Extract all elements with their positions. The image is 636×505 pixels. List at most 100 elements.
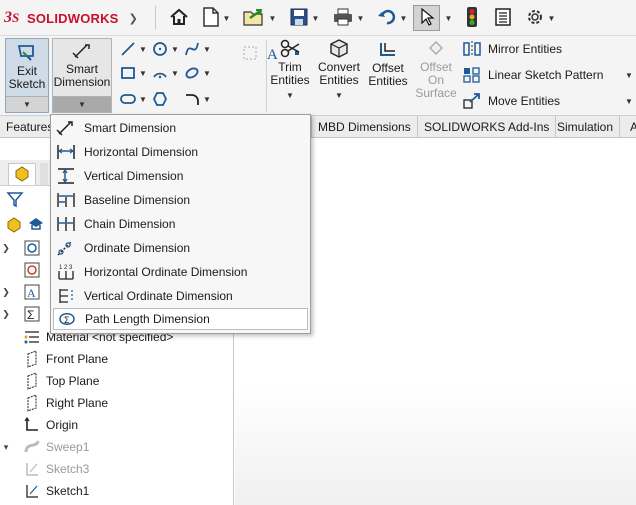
tree-row-sensors[interactable] bbox=[0, 259, 46, 281]
select-pointer-icon bbox=[419, 7, 435, 30]
tab-overflow[interactable]: A bbox=[624, 116, 636, 138]
exit-sketch-button[interactable]: Exit Sketch ▼ bbox=[5, 38, 49, 113]
print-button[interactable]: ▼ bbox=[328, 5, 368, 31]
ellipse-icon[interactable] bbox=[182, 63, 202, 83]
chevron-right-icon[interactable]: ❯ bbox=[129, 12, 138, 25]
select-dropdown[interactable]: ▼ bbox=[441, 5, 453, 31]
chevron-down-icon[interactable]: ▼ bbox=[202, 95, 212, 104]
expand-icon[interactable]: ❯ bbox=[0, 243, 12, 254]
tree-row-sketch3[interactable]: Sketch3 bbox=[22, 458, 89, 480]
quick-access-toolbar: 3S SOLIDWORKS ❯ ▼ ▼ ▼ ▼ ▼ ▼ ▼ bbox=[0, 0, 636, 36]
circle-icon[interactable] bbox=[150, 39, 170, 59]
chevron-down-icon[interactable]: ▼ bbox=[357, 14, 365, 23]
open-file-button[interactable]: ▼ bbox=[238, 5, 280, 31]
tab-solidworks-add-ins[interactable]: SOLIDWORKS Add-Ins bbox=[418, 116, 557, 138]
tree-row-sketch1[interactable]: Sketch1 bbox=[22, 480, 89, 502]
chevron-down-icon[interactable]: ▼ bbox=[312, 14, 320, 23]
trim-entities-button[interactable]: Trim Entities ▼ bbox=[268, 38, 312, 100]
solidworks-logo[interactable]: 3S SOLIDWORKS ❯ bbox=[3, 8, 138, 28]
chevron-down-icon[interactable]: ▼ bbox=[138, 69, 148, 78]
chevron-down-icon[interactable]: ▼ bbox=[170, 45, 180, 54]
tab-mbd-dimensions[interactable]: MBD Dimensions bbox=[311, 116, 418, 138]
tree-label: Right Plane bbox=[46, 396, 109, 410]
sketch-icon bbox=[22, 481, 42, 501]
spline-icon[interactable] bbox=[182, 39, 202, 59]
menu-item-horizontal-ordinate-dimension[interactable]: 1 2 3 Horizontal Ordinate Dimension bbox=[53, 261, 308, 283]
chevron-down-icon[interactable]: ▼ bbox=[202, 45, 212, 54]
undo-button[interactable]: ▼ bbox=[372, 5, 412, 31]
smart-dimension-icon bbox=[55, 118, 77, 138]
chevron-down-icon[interactable]: ▼ bbox=[548, 14, 556, 23]
menu-item-path-length-dimension[interactable]: Σ Path Length Dimension bbox=[53, 308, 308, 330]
menu-item-horizontal-dimension[interactable]: Horizontal Dimension bbox=[53, 141, 308, 163]
chevron-down-icon[interactable]: ▼ bbox=[53, 96, 111, 112]
panel-tab[interactable] bbox=[40, 163, 48, 185]
mirror-entities-button[interactable]: Mirror Entities bbox=[462, 38, 562, 60]
chevron-down-icon[interactable]: ▼ bbox=[315, 91, 363, 100]
convert-entities-button[interactable]: Convert Entities ▼ bbox=[315, 38, 363, 100]
file-properties-button[interactable] bbox=[490, 5, 516, 31]
linear-sketch-pattern-button[interactable]: Linear Sketch Pattern ▼ bbox=[462, 64, 634, 86]
feature-manager-tab[interactable] bbox=[8, 163, 36, 185]
chevron-down-icon[interactable]: ▼ bbox=[138, 95, 148, 104]
collapse-icon[interactable]: ▾ bbox=[0, 442, 12, 453]
chevron-down-icon[interactable]: ▼ bbox=[269, 14, 277, 23]
mirror-icon bbox=[462, 39, 482, 59]
select-button[interactable] bbox=[413, 5, 440, 31]
new-document-button[interactable]: ▼ bbox=[196, 5, 236, 31]
filter-icon[interactable] bbox=[6, 190, 24, 211]
expand-icon[interactable]: ❯ bbox=[0, 287, 12, 298]
menu-item-vertical-dimension[interactable]: Vertical Dimension bbox=[53, 165, 308, 187]
save-button[interactable]: ▼ bbox=[284, 5, 324, 31]
chevron-down-icon[interactable]: ▼ bbox=[400, 14, 408, 23]
arc-icon[interactable] bbox=[150, 63, 170, 83]
construction-geometry-icon[interactable] bbox=[240, 43, 260, 63]
line-icon[interactable] bbox=[118, 39, 138, 59]
menu-item-baseline-dimension[interactable]: Baseline Dimension bbox=[53, 189, 308, 211]
offset-entities-icon bbox=[366, 41, 410, 62]
chevron-down-icon[interactable]: ▼ bbox=[223, 14, 231, 23]
vertical-ordinate-icon bbox=[55, 286, 77, 306]
tree-row-annotations[interactable]: ❯ A bbox=[0, 281, 46, 303]
move-entities-button[interactable]: Move Entities ▼ bbox=[462, 90, 634, 112]
menu-item-label: Ordinate Dimension bbox=[84, 241, 191, 255]
chevron-down-icon[interactable]: ▼ bbox=[202, 69, 212, 78]
menu-item-vertical-ordinate-dimension[interactable]: Vertical Ordinate Dimension bbox=[53, 285, 308, 307]
tree-row-equations[interactable]: ❯ Σ bbox=[0, 303, 46, 325]
tab-simulation[interactable]: Simulation bbox=[551, 116, 621, 138]
menu-item-smart-dimension[interactable]: Smart Dimension bbox=[53, 117, 308, 139]
tree-row-right-plane[interactable]: Right Plane bbox=[0, 392, 108, 414]
exit-sketch-icon bbox=[6, 42, 48, 65]
menu-item-chain-dimension[interactable]: Chain Dimension bbox=[53, 213, 308, 235]
part-root[interactable] bbox=[4, 214, 50, 236]
chevron-down-icon[interactable]: ▼ bbox=[6, 96, 48, 112]
chevron-down-icon[interactable]: ▼ bbox=[170, 69, 180, 78]
tree-row-history[interactable]: ❯ bbox=[0, 237, 46, 259]
smart-dimension-button[interactable]: Smart Dimension ▼ bbox=[52, 38, 112, 113]
file-properties-icon bbox=[494, 7, 512, 30]
polygon-icon[interactable] bbox=[150, 89, 170, 109]
tree-row-origin[interactable]: Origin bbox=[0, 414, 78, 436]
expand-icon[interactable]: ❯ bbox=[0, 309, 12, 320]
tree-row-front-plane[interactable]: Front Plane bbox=[0, 348, 108, 370]
chevron-down-icon[interactable]: ▼ bbox=[624, 97, 634, 106]
rebuild-button[interactable] bbox=[460, 5, 484, 31]
options-button[interactable]: ▼ bbox=[520, 5, 560, 31]
tree-row-sweep1[interactable]: ▾ Sweep1 bbox=[0, 436, 90, 458]
brand-name: SOLIDWORKS bbox=[27, 10, 119, 26]
offset-entities-button[interactable]: Offset Entities bbox=[366, 38, 410, 88]
offset-on-surface-icon bbox=[413, 40, 459, 61]
smart-dimension-icon bbox=[53, 42, 111, 63]
tree-row-top-plane[interactable]: Top Plane bbox=[0, 370, 99, 392]
chevron-down-icon[interactable]: ▼ bbox=[268, 91, 312, 100]
baseline-dimension-icon bbox=[55, 190, 77, 210]
home-button[interactable] bbox=[166, 5, 192, 31]
chevron-down-icon[interactable]: ▼ bbox=[138, 45, 148, 54]
menu-item-ordinate-dimension[interactable]: Ordinate Dimension bbox=[53, 237, 308, 259]
sketch-icon bbox=[22, 459, 42, 479]
chevron-down-icon[interactable]: ▼ bbox=[624, 71, 634, 80]
slot-icon[interactable] bbox=[118, 89, 138, 109]
fillet-icon[interactable] bbox=[182, 89, 202, 109]
linear-sketch-pattern-label: Linear Sketch Pattern bbox=[488, 68, 604, 82]
rectangle-icon[interactable] bbox=[118, 63, 138, 83]
